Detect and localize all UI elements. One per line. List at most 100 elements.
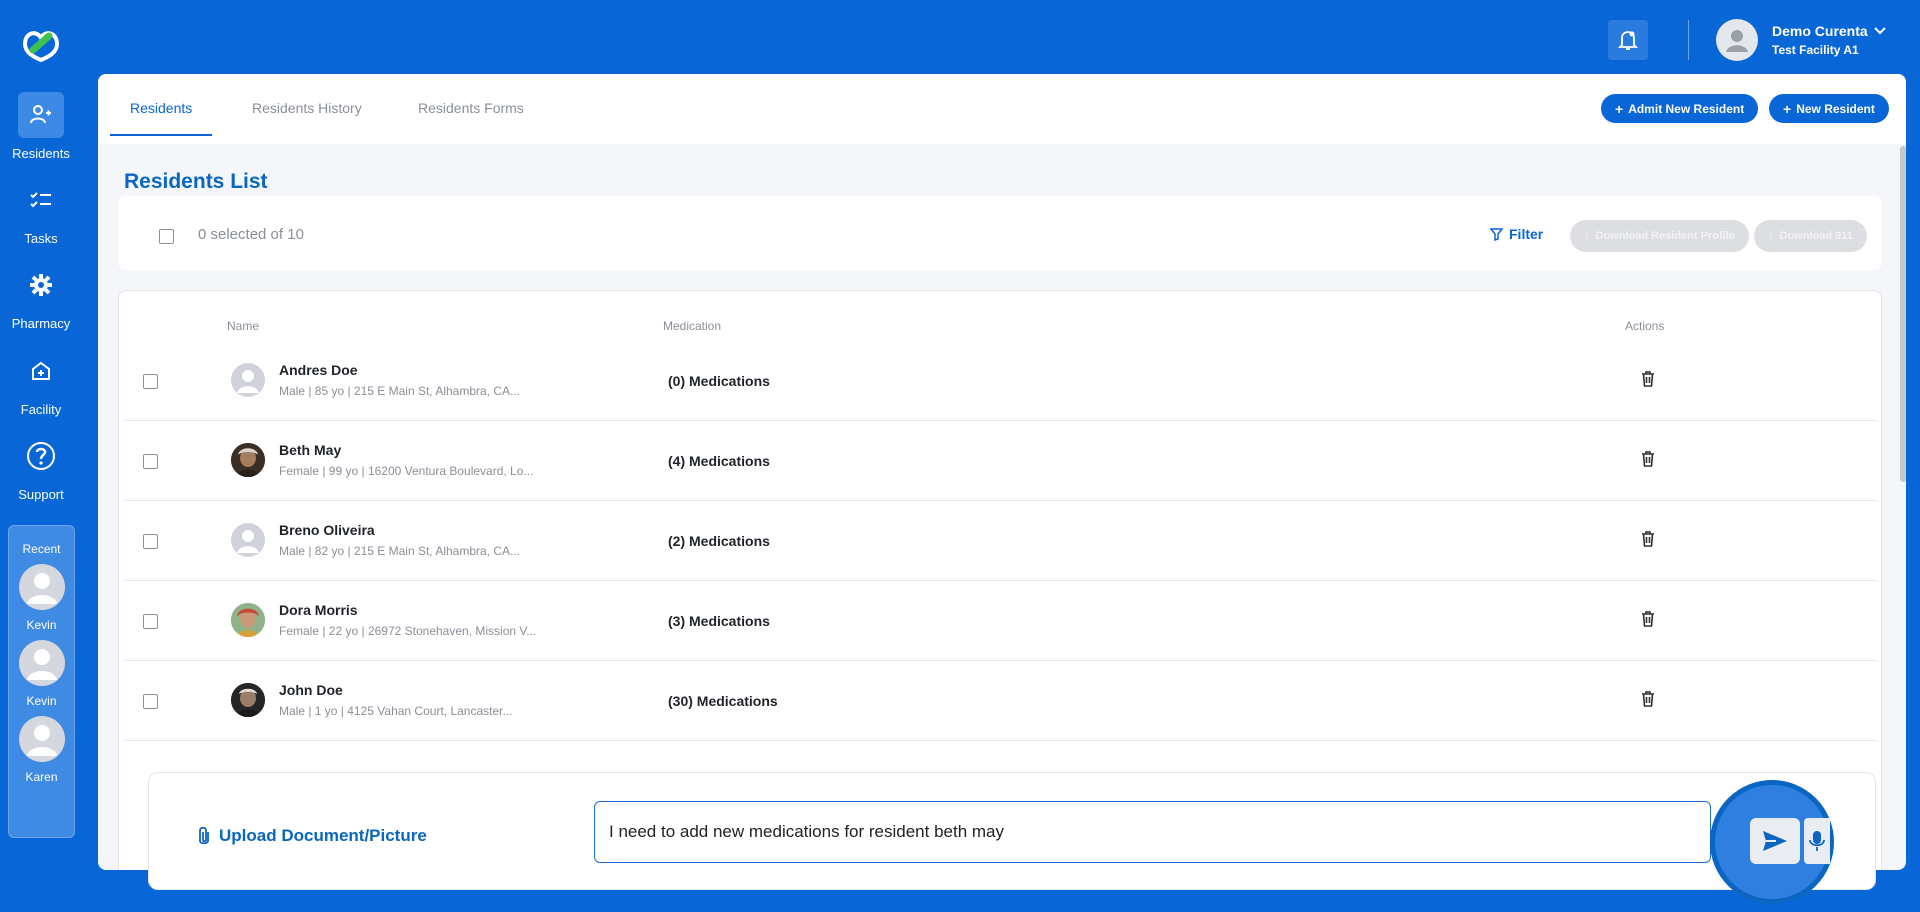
table-row[interactable]: John Doe Male | 1 yo | 4125 Vahan Court,…: [125, 661, 1877, 741]
avatar: [231, 603, 265, 637]
table-row[interactable]: Beth May Female | 99 yo | 16200 Ventura …: [125, 421, 1877, 501]
avatar: [18, 640, 65, 686]
recent-panel: Recent Kevin Kevin Karen: [8, 525, 75, 838]
trash-icon: [1642, 611, 1654, 627]
sidebar-item-pharmacy[interactable]: Pharmacy: [0, 262, 82, 331]
tab-bar: Residents Residents History Residents Fo…: [98, 74, 1906, 144]
filter-icon: [1490, 227, 1503, 241]
delete-button[interactable]: [1641, 531, 1655, 552]
resident-name[interactable]: Dora Morris: [279, 602, 358, 618]
medication-count[interactable]: (3) Medications: [668, 613, 770, 629]
row-checkbox[interactable]: [143, 534, 158, 549]
avatar: [1716, 19, 1758, 61]
main-panel: Residents Residents History Residents Fo…: [98, 74, 1906, 870]
trash-icon: [1642, 371, 1654, 387]
resident-name[interactable]: Andres Doe: [279, 362, 358, 378]
column-header-name: Name: [227, 319, 260, 333]
sidebar-item-label: Facility: [20, 402, 62, 417]
bell-icon: [1618, 31, 1638, 50]
tasks-icon: [18, 177, 64, 223]
microphone-icon: [1809, 831, 1825, 851]
resident-name[interactable]: John Doe: [279, 682, 343, 698]
download-911-label: Download 911: [1779, 230, 1853, 242]
row-checkbox[interactable]: [143, 454, 158, 469]
resident-info: Female | 99 yo | 16200 Ventura Boulevard…: [279, 464, 534, 478]
page-title: Residents List: [124, 170, 268, 193]
sidebar-item-label: Support: [18, 487, 64, 502]
recent-name: Karen: [25, 770, 58, 784]
selection-count: 0 selected of 10: [198, 226, 304, 243]
trash-icon: [1642, 691, 1654, 707]
residents-icon: [18, 92, 64, 138]
delete-button[interactable]: [1641, 611, 1655, 632]
table-row[interactable]: Andres Doe Male | 85 yo | 215 E Main St,…: [125, 341, 1877, 421]
trash-icon: [1642, 451, 1654, 467]
medication-count[interactable]: (2) Medications: [668, 533, 770, 549]
microphone-button[interactable]: [1804, 818, 1830, 864]
medication-count[interactable]: (30) Medications: [668, 693, 778, 709]
user-menu[interactable]: Demo Curenta Test Facility A1: [1716, 18, 1886, 62]
avatar: [231, 363, 265, 397]
avatar: [18, 716, 65, 762]
table-row[interactable]: Dora Morris Female | 22 yo | 26972 Stone…: [125, 581, 1877, 661]
tab-residents-history[interactable]: Residents History: [252, 100, 362, 134]
user-name: Demo Curenta: [1772, 23, 1868, 39]
recent-title: Recent: [22, 542, 61, 556]
sidebar-item-support[interactable]: Support: [0, 433, 82, 502]
admit-new-resident-button[interactable]: + Admit New Resident: [1601, 94, 1759, 123]
recent-name: Kevin: [26, 694, 57, 708]
resident-info: Male | 85 yo | 215 E Main St, Alhambra, …: [279, 384, 521, 398]
download-icon: ↓: [1584, 230, 1590, 242]
plus-icon: +: [1615, 100, 1624, 117]
notifications-button[interactable]: [1608, 20, 1648, 60]
sidebar-item-facility[interactable]: Facility: [0, 348, 82, 417]
scrollbar[interactable]: [1900, 146, 1906, 482]
resident-name[interactable]: Breno Oliveira: [279, 522, 375, 538]
sidebar-item-residents[interactable]: Residents: [0, 92, 82, 161]
new-resident-button[interactable]: + New Resident: [1769, 94, 1889, 123]
download-911-button[interactable]: ↓ Download 911: [1754, 220, 1867, 252]
gear-icon: [18, 262, 64, 308]
resident-info: Male | 82 yo | 215 E Main St, Alhambra, …: [279, 544, 521, 558]
tab-residents[interactable]: Residents: [110, 100, 213, 136]
paperclip-icon: [199, 826, 209, 845]
resident-info: Male | 1 yo | 4125 Vahan Court, Lancaste…: [279, 704, 513, 718]
new-resident-label: New Resident: [1796, 101, 1875, 116]
recent-name: Kevin: [26, 618, 57, 632]
column-header-medication: Medication: [663, 319, 722, 333]
chat-input[interactable]: [594, 801, 1711, 863]
medication-count[interactable]: (0) Medications: [668, 373, 770, 389]
select-all-checkbox[interactable]: [159, 229, 174, 244]
trash-icon: [1642, 531, 1654, 547]
download-profile-label: Download Resident Profile: [1595, 230, 1735, 242]
user-facility: Test Facility A1: [1772, 43, 1859, 57]
recent-item[interactable]: Karen: [9, 716, 74, 784]
resident-info: Female | 22 yo | 26972 Stonehaven, Missi…: [279, 624, 537, 638]
delete-button[interactable]: [1641, 371, 1655, 392]
download-icon: ↓: [1768, 230, 1774, 242]
row-checkbox[interactable]: [143, 374, 158, 389]
help-icon: [18, 433, 64, 479]
tab-residents-forms[interactable]: Residents Forms: [418, 100, 524, 134]
download-resident-profile-button[interactable]: ↓ Download Resident Profile: [1570, 220, 1749, 252]
row-checkbox[interactable]: [143, 694, 158, 709]
app-logo[interactable]: [19, 26, 63, 62]
send-button[interactable]: [1750, 818, 1800, 864]
recent-item[interactable]: Kevin: [9, 564, 74, 632]
upload-document-button[interactable]: Upload Document/Picture: [197, 825, 427, 847]
table-row[interactable]: Breno Oliveira Male | 82 yo | 215 E Main…: [125, 501, 1877, 581]
row-checkbox[interactable]: [143, 614, 158, 629]
filter-button[interactable]: Filter: [1490, 226, 1543, 242]
list-toolbar: 0 selected of 10 Filter ↓ Download Resid…: [118, 196, 1882, 270]
avatar: [231, 443, 265, 477]
upload-label: Upload Document/Picture: [219, 826, 427, 845]
sidebar-item-label: Tasks: [24, 231, 58, 246]
medication-count[interactable]: (4) Medications: [668, 453, 770, 469]
avatar: [231, 683, 265, 717]
delete-button[interactable]: [1641, 691, 1655, 712]
sidebar-item-tasks[interactable]: Tasks: [0, 177, 82, 246]
delete-button[interactable]: [1641, 451, 1655, 472]
recent-item[interactable]: Kevin: [9, 640, 74, 708]
filter-label: Filter: [1509, 226, 1544, 242]
resident-name[interactable]: Beth May: [279, 442, 341, 458]
